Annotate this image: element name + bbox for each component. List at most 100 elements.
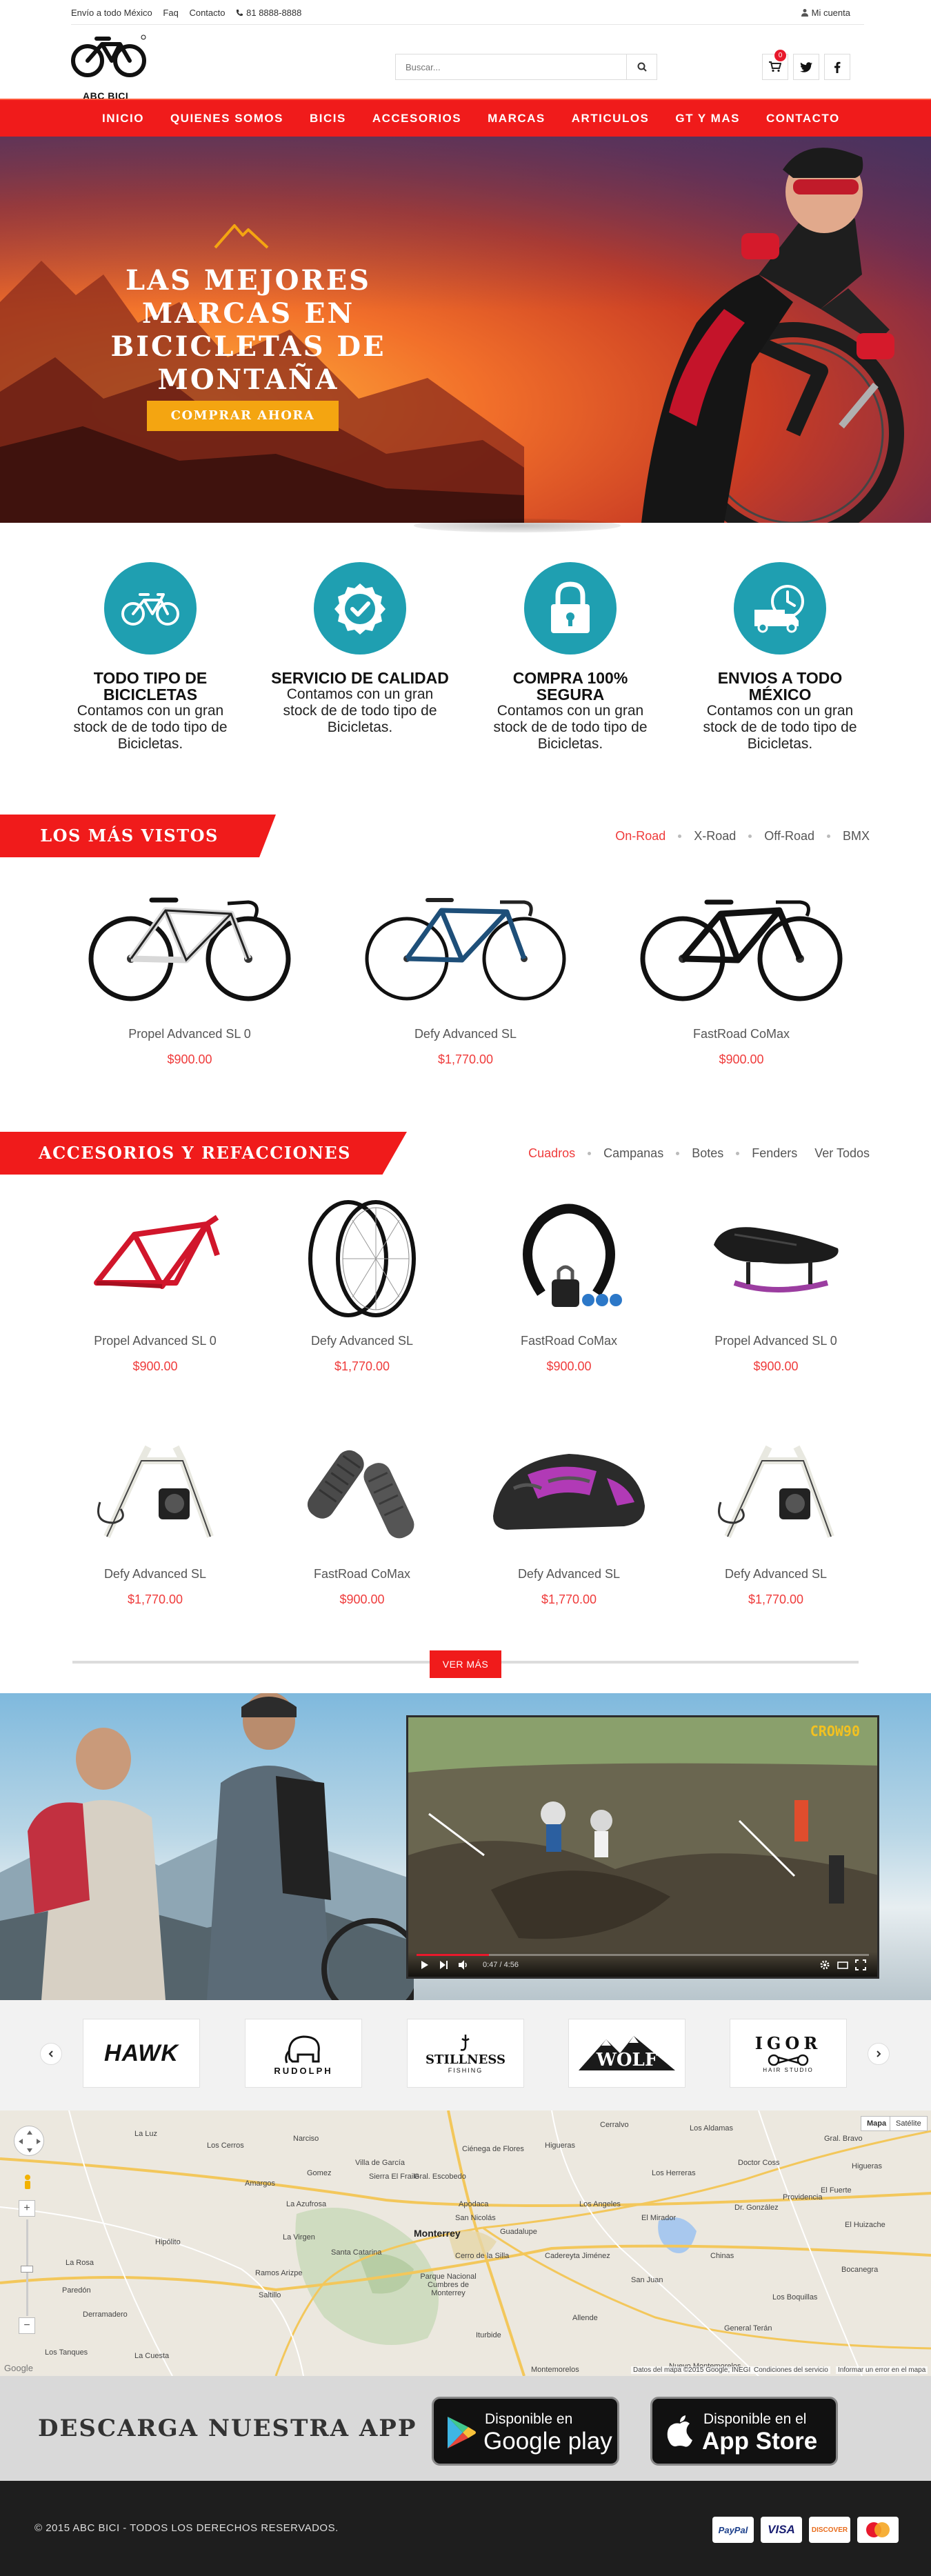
lock-icon: [551, 581, 590, 633]
product-name: FastRoad CoMax: [520, 1334, 618, 1348]
street-view-pegman[interactable]: [23, 2174, 32, 2193]
search-button[interactable]: [626, 54, 657, 79]
tab-campanas[interactable]: Campanas: [603, 1146, 663, 1160]
account-link[interactable]: Mi cuenta: [801, 8, 850, 18]
map-place: Hipólito: [155, 2238, 181, 2246]
product-card[interactable]: Defy Advanced SL $1,770.00: [483, 1423, 655, 1607]
map-pan-control[interactable]: [14, 2126, 44, 2156]
phone[interactable]: 81 8888-8888: [236, 8, 310, 18]
product-price: $1,770.00: [127, 1592, 183, 1606]
map-place: Providencia: [783, 2193, 823, 2201]
product-name: Propel Advanced SL 0: [94, 1334, 217, 1348]
store-big-label: Google play: [483, 2428, 612, 2455]
map-terms-link[interactable]: Condiciones del servicio: [752, 2366, 830, 2374]
nav-item-contacto[interactable]: CONTACTO: [766, 100, 840, 137]
shipping-link[interactable]: Envío a todo México: [71, 8, 152, 18]
nav-item-quienes-somos[interactable]: QUIENES SOMOS: [170, 100, 283, 137]
product-card[interactable]: Defy Advanced SL $1,770.00: [352, 883, 579, 1067]
map-city-label: Monterrey: [414, 2228, 461, 2239]
product-card[interactable]: Defy Advanced SL $1,770.00: [69, 1423, 241, 1607]
map-report-link[interactable]: Informar un error en el mapa: [836, 2366, 928, 2374]
product-card[interactable]: FastRoad CoMax $900.00: [483, 1190, 655, 1374]
product-card[interactable]: Propel Advanced SL 0 $900.00: [69, 1190, 241, 1374]
product-card[interactable]: Defy Advanced SL $1,770.00: [690, 1423, 862, 1607]
twitter-icon: [800, 61, 812, 72]
nav-item-inicio[interactable]: INICIO: [102, 100, 144, 137]
carousel-prev-button[interactable]: [40, 2043, 62, 2065]
map-place: Cadereyta Jiménez: [545, 2252, 610, 2260]
brand-logo-stillness[interactable]: STILLNESS FISHING: [407, 2019, 524, 2088]
volume-icon[interactable]: [458, 1959, 469, 1970]
product-name: Defy Advanced SL: [103, 1567, 207, 1581]
map-place: Paredón: [62, 2286, 91, 2295]
product-image: [483, 1190, 655, 1328]
road-bike-image: [365, 898, 566, 1001]
feature-quality: SERVICIO DE CALIDAD Contamos con un gran…: [267, 562, 453, 736]
map-place: Montemorelos: [531, 2366, 579, 2374]
tab-off-road[interactable]: Off-Road: [764, 829, 814, 843]
tab-fenders[interactable]: Fenders: [752, 1146, 797, 1160]
nav-item-bicis[interactable]: BICIS: [310, 100, 346, 137]
search-input[interactable]: [396, 54, 623, 79]
buy-now-button[interactable]: COMPRAR AHORA: [147, 401, 339, 431]
tab-botes[interactable]: Botes: [692, 1146, 723, 1160]
map-type-satellite-button[interactable]: Satélite: [890, 2116, 928, 2131]
nav-item-gt-y-mas[interactable]: GT Y MAS: [675, 100, 740, 137]
map-place: Doctor Coss: [738, 2159, 780, 2167]
product-card[interactable]: Propel Advanced SL 0 $900.00: [690, 1190, 862, 1374]
map-type-map-button[interactable]: Mapa: [861, 2116, 893, 2131]
carousel-next-button[interactable]: [868, 2043, 890, 2065]
search-icon: [637, 62, 647, 72]
twitter-button[interactable]: [793, 54, 819, 80]
brand-logo-hawk[interactable]: HAWK: [83, 2019, 200, 2088]
map-place: El Huizache: [845, 2221, 885, 2229]
map-place: Cerralvo: [600, 2121, 629, 2129]
faq-link[interactable]: Faq: [163, 8, 178, 18]
product-card[interactable]: FastRoad CoMax $900.00: [276, 1423, 448, 1607]
feature-text: Contamos con un gran stock de de todo ti…: [493, 703, 648, 752]
cart-button[interactable]: 0: [762, 50, 788, 80]
tab-x-road[interactable]: X-Road: [694, 829, 736, 843]
delivery-truck-icon: [754, 585, 804, 633]
zoom-slider-handle[interactable]: [21, 2266, 33, 2273]
tab-ver-todos[interactable]: Ver Todos: [814, 1146, 870, 1160]
hero-title: LAS MEJORES MARCAS EN BICICLETAS DE MONT…: [110, 264, 386, 396]
tab-cuadros[interactable]: Cuadros: [528, 1146, 575, 1160]
map-place: La Cuesta: [134, 2352, 170, 2360]
map-place: Higueras: [852, 2162, 883, 2170]
play-icon[interactable]: [419, 1959, 430, 1970]
map-place: Los Angeles: [579, 2200, 621, 2208]
theater-mode-icon[interactable]: [837, 1959, 848, 1970]
nav-item-accesorios[interactable]: ACCESORIOS: [372, 100, 461, 137]
product-card[interactable]: Defy Advanced SL $1,770.00: [276, 1190, 448, 1374]
video-progress-bar[interactable]: [417, 1954, 869, 1956]
contact-link[interactable]: Contacto: [189, 8, 225, 18]
brand-logo-wolf[interactable]: WOLF: [568, 2019, 685, 2088]
next-icon[interactable]: [439, 1959, 450, 1970]
logo[interactable]: ABC BICI: [69, 32, 152, 101]
google-play-button[interactable]: Disponible en Google play: [432, 2397, 619, 2466]
tab-bmx[interactable]: BMX: [843, 829, 870, 843]
fullscreen-icon[interactable]: [855, 1959, 866, 1970]
tab-on-road[interactable]: On-Road: [615, 829, 665, 843]
product-name: Defy Advanced SL: [414, 1027, 517, 1041]
paypal-card-icon: PayPal: [712, 2517, 754, 2543]
brand-logo-igor[interactable]: IGOR HAIR STUDIO: [730, 2019, 847, 2088]
app-store-button[interactable]: Disponible en el App Store: [650, 2397, 838, 2466]
location-map[interactable]: Monterrey La Luz Los Cerros Narciso Vill…: [0, 2110, 931, 2376]
product-card[interactable]: Propel Advanced SL 0 $900.00: [76, 883, 303, 1067]
nav-item-marcas[interactable]: MARCAS: [488, 100, 545, 137]
video-player[interactable]: CROW90 0:47 / 4:56: [406, 1715, 879, 1979]
brand-logo-rudolph[interactable]: RUDOLPH: [245, 2019, 362, 2088]
top-bar: Envío a todo México Faq Contacto 81 8888…: [0, 0, 931, 25]
facebook-button[interactable]: [824, 54, 850, 80]
zoom-out-button[interactable]: −: [19, 2317, 35, 2334]
see-more-button[interactable]: VER MÁS: [430, 1650, 501, 1678]
nav-item-articulos[interactable]: ARTICULOS: [572, 100, 650, 137]
zoom-in-button[interactable]: +: [19, 2200, 35, 2217]
section-title: ACCESORIOS Y REFACCIONES: [39, 1143, 351, 1163]
app-download-section: DESCARGA NUESTRA APP Disponible en Googl…: [0, 2376, 931, 2481]
settings-icon[interactable]: [819, 1959, 830, 1970]
map-place: General Terán: [724, 2324, 772, 2333]
product-card[interactable]: FastRoad CoMax $900.00: [628, 883, 855, 1067]
